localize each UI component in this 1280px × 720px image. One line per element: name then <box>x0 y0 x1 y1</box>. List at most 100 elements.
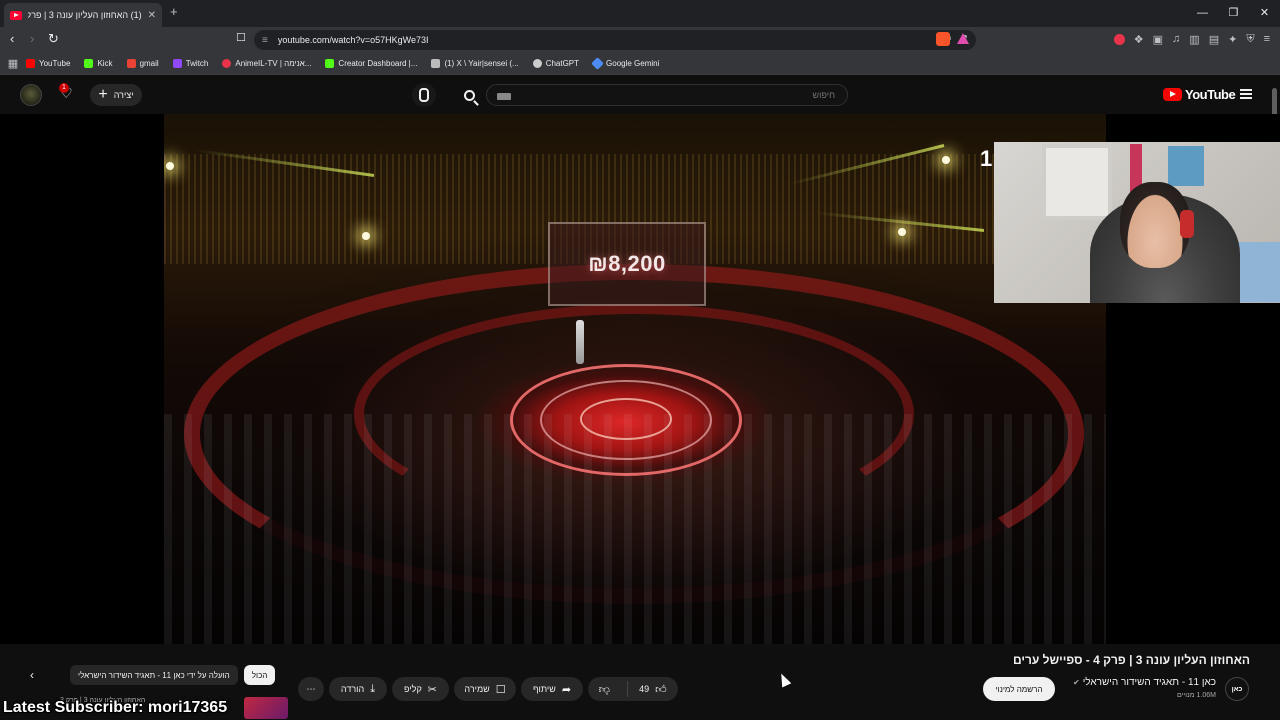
clip-button[interactable]: ✂ קליפ <box>392 677 449 701</box>
restore-button[interactable]: ❐ <box>1218 0 1249 27</box>
headset <box>1180 210 1194 238</box>
subscribe-button[interactable]: הרשמה למינוי <box>983 677 1055 701</box>
webcam-poster <box>1168 146 1204 186</box>
bookmark-twitch[interactable]: Twitch <box>172 59 208 68</box>
bookmark-kick[interactable]: Kick <box>84 59 113 68</box>
reload-icon[interactable]: ↻ <box>48 31 59 47</box>
bookmark-gemini[interactable]: Google Gemini <box>591 57 659 70</box>
browser-menu-icon[interactable]: ≡ <box>1264 33 1270 46</box>
extensions-area: ❖ ▣ ♫ ▥ ▤ ✦ ⛨ ≡ <box>1113 33 1270 46</box>
screenshot-icon[interactable]: ▣ <box>1153 33 1163 46</box>
youtube-header: ♡ 1 + יצירה YouTube <box>0 76 1280 114</box>
save-button[interactable]: ☐ שמירה <box>454 677 516 701</box>
scissors-icon: ✂ <box>427 683 437 696</box>
download-label: הורדה <box>340 684 365 694</box>
create-button[interactable]: + יצירה <box>90 84 142 106</box>
share-icon: ➦ <box>561 683 572 696</box>
tab-close-icon[interactable]: ✕ <box>148 10 156 21</box>
vpn-shield-icon[interactable]: ⛨ <box>1246 33 1254 46</box>
close-window-button[interactable]: ✕ <box>1249 0 1280 27</box>
recommended-video-thumbnail[interactable] <box>244 697 288 719</box>
voice-search-mic-icon[interactable] <box>412 83 436 107</box>
download-button[interactable]: ⤓ הורדה <box>329 677 387 701</box>
extension-red-icon[interactable] <box>1113 34 1125 45</box>
host-figure <box>576 320 584 364</box>
clip-label: קליפ <box>404 684 422 694</box>
minimize-button[interactable]: — <box>1187 0 1218 27</box>
hamburger-menu-icon[interactable] <box>1240 89 1252 99</box>
prize-screen: ₪8,200 <box>548 222 706 306</box>
extensions-puzzle-icon[interactable]: ❖ <box>1134 33 1144 46</box>
bookmark-x[interactable]: (1) X \ Yair|sensei (... <box>431 59 519 68</box>
brave-shields-icon[interactable] <box>936 32 950 46</box>
filter-chips: הכול הועלה על ידי כאן 11 - תאגיד השידור … <box>70 665 276 685</box>
search-field[interactable] <box>486 84 848 106</box>
notification-badge: 1 <box>59 83 69 93</box>
save-label: שמירה <box>464 684 490 694</box>
search-input[interactable] <box>487 85 847 105</box>
window-controls: — ❐ ✕ <box>1187 0 1280 27</box>
channel-name[interactable]: כאן 11 - תאגיד השידור הישראלי ✔ <box>1073 677 1216 688</box>
bookmark-icon[interactable]: ☐ <box>236 31 246 44</box>
new-tab-button[interactable]: + <box>170 4 178 19</box>
leo-ai-icon[interactable]: ✦ <box>1228 33 1237 46</box>
bookmark-animeil[interactable]: AnimeIL-TV | אנימה... <box>222 59 311 68</box>
dislike-button[interactable]: 👎︎ <box>588 683 621 696</box>
gmail-icon <box>126 59 136 68</box>
brave-rewards-icon[interactable] <box>957 33 969 44</box>
animeil-icon <box>222 59 232 68</box>
prize-amount: ₪8,200 <box>588 251 666 276</box>
user-avatar[interactable] <box>20 84 42 106</box>
bookmark-save-icon: ☐ <box>495 683 506 696</box>
webcam-window <box>1042 144 1112 220</box>
url-text: youtube.com/watch?v=o57HKgWe73I <box>277 35 429 45</box>
search-button[interactable] <box>452 84 486 106</box>
download-icon: ⤓ <box>370 682 376 695</box>
chips-scroll-left-icon[interactable]: ‹ <box>30 668 34 682</box>
youtube-logo[interactable]: YouTube <box>1163 87 1236 102</box>
x-icon <box>431 59 441 68</box>
more-dots-icon: ⋯ <box>306 683 316 694</box>
thumbs-down-icon: 👎︎ <box>598 683 610 696</box>
more-actions-button[interactable]: ⋯ <box>298 677 324 701</box>
stage-spotlight <box>362 232 370 240</box>
wallet-icon[interactable]: ▤ <box>1209 33 1219 46</box>
like-dislike-pill: 👍︎ 49 👎︎ <box>588 677 678 701</box>
bookmark-gmail[interactable]: gmail <box>126 59 159 68</box>
chip-all[interactable]: הכול <box>243 665 276 685</box>
stage-spotlight <box>942 156 950 164</box>
bookmark-youtube[interactable]: YouTube <box>26 59 70 68</box>
browser-tab[interactable]: (1) האחוזון העליון עונה 3 | פרק 4 ✕ <box>4 3 162 27</box>
youtube-icon <box>26 59 35 68</box>
browser-tab-bar: (1) האחוזון העליון עונה 3 | פרק 4 ✕ + — … <box>0 0 1280 27</box>
thumbs-up-icon: 👍︎ <box>655 683 667 696</box>
chatgpt-icon <box>532 59 542 68</box>
kick-icon <box>84 59 94 68</box>
apps-grid-icon[interactable]: ▦ <box>0 57 26 70</box>
latest-subscriber-overlay: Latest Subscriber: mori17365 <box>3 699 228 716</box>
gemini-icon <box>591 57 604 70</box>
bookmark-chatgpt[interactable]: ChatGPT <box>532 59 579 68</box>
bookmark-creator-dashboard[interactable]: Creator Dashboard |... <box>325 59 417 68</box>
channel-avatar[interactable]: כאן <box>1225 677 1249 701</box>
share-button[interactable]: ➦ שיתוף <box>521 677 583 701</box>
stage-ring-inner <box>580 398 672 440</box>
channel-name-text: כאן 11 - תאגיד השידור הישראלי <box>1082 677 1216 688</box>
kick-icon <box>325 59 335 68</box>
forward-arrow-icon[interactable]: › <box>30 31 34 46</box>
back-arrow-icon[interactable]: ‹ <box>10 31 14 46</box>
create-label: יצירה <box>113 90 134 100</box>
webcam-overlay <box>994 142 1280 303</box>
sidebar-icon[interactable]: ▥ <box>1189 33 1199 46</box>
like-button[interactable]: 👍︎ 49 <box>626 681 678 697</box>
video-player[interactable]: ₪8,200 <box>164 114 1106 644</box>
media-icon[interactable]: ♫ <box>1172 33 1180 46</box>
keyboard-icon[interactable] <box>497 93 511 100</box>
address-bar[interactable]: ≡ youtube.com/watch?v=o57HKgWe73I ▭ ↗ <box>254 30 976 50</box>
stage-spotlight <box>898 228 906 236</box>
twitch-icon <box>172 59 182 68</box>
youtube-logo-text: YouTube <box>1185 87 1236 102</box>
site-settings-icon[interactable]: ≡ <box>262 35 268 46</box>
like-count: 49 <box>639 684 650 694</box>
chip-uploaded-by[interactable]: הועלה על ידי כאן 11 - תאגיד השידור הישרא… <box>70 665 238 685</box>
